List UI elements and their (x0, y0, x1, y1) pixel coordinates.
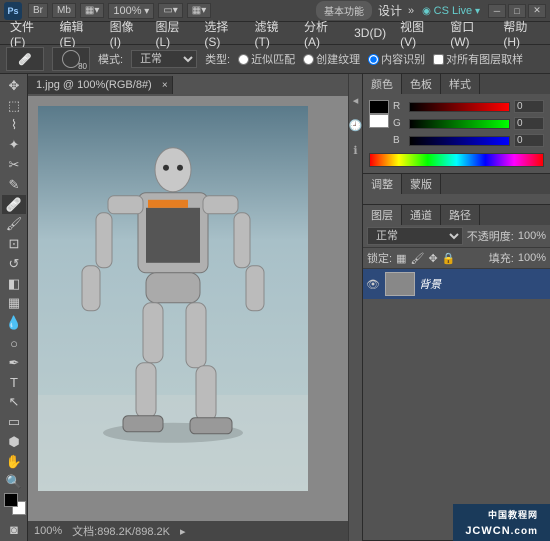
history-brush-tool[interactable]: ↺ (2, 254, 26, 274)
bg-preview[interactable] (369, 114, 389, 128)
eyedropper-tool[interactable]: ✎ (2, 175, 26, 195)
type-tool[interactable]: T (2, 373, 26, 393)
healing-tool[interactable]: 🩹 (2, 195, 26, 215)
sample-all-checkbox[interactable]: 对所有图层取样 (433, 51, 523, 67)
r-slider[interactable] (409, 102, 510, 112)
stamp-tool[interactable]: ⊡ (2, 234, 26, 254)
radio-texture[interactable]: 创建纹理 (303, 51, 360, 67)
color-swatches[interactable] (2, 493, 25, 519)
menu-file[interactable]: 文件(F) (4, 16, 52, 51)
eraser-tool[interactable]: ◧ (2, 274, 26, 294)
hand-tool[interactable]: ✋ (2, 452, 26, 472)
layer-row[interactable]: 👁 背景 (363, 269, 550, 299)
b-label: B (393, 135, 405, 146)
color-tab[interactable]: 颜色 (363, 74, 402, 94)
fill-label: 填充: (489, 250, 514, 266)
marquee-tool[interactable]: ⬚ (2, 96, 26, 116)
toolbox: ✥ ⬚ ⌇ ✦ ✂ ✎ 🩹 🖌 ⊡ ↺ ◧ ▦ 💧 ○ ✒ T ↖ ▭ ⬢ ✋ … (0, 74, 28, 541)
color-spectrum[interactable] (369, 153, 544, 167)
path-tool[interactable]: ↖ (2, 393, 26, 413)
lock-move-icon[interactable]: ✥ (428, 252, 437, 265)
menu-filter[interactable]: 滤镜(T) (249, 16, 297, 51)
watermark: 中国教程网 JCWCN.com (453, 504, 550, 541)
layer-thumbnail[interactable] (385, 272, 415, 296)
channels-tab[interactable]: 通道 (402, 205, 441, 225)
menu-layer[interactable]: 图层(L) (150, 16, 197, 51)
g-slider[interactable] (409, 119, 510, 129)
brush-preset[interactable]: 80 (52, 47, 90, 71)
menu-image[interactable]: 图像(I) (104, 16, 148, 51)
opacity-label: 不透明度: (467, 228, 514, 244)
menu-edit[interactable]: 编辑(E) (54, 16, 102, 51)
g-label: G (393, 118, 405, 129)
collapse-icon[interactable]: ◂ (353, 94, 359, 107)
b-slider[interactable] (409, 136, 510, 146)
r-input[interactable] (514, 100, 544, 113)
fg-preview[interactable] (369, 100, 389, 114)
menu-help[interactable]: 帮助(H) (497, 16, 546, 51)
lock-label: 锁定: (367, 250, 392, 266)
history-icon[interactable]: 🕘 (349, 119, 363, 132)
layer-name[interactable]: 背景 (419, 276, 441, 292)
lock-pixels-icon[interactable]: 🖌 (410, 252, 424, 265)
fill-value[interactable]: 100% (518, 252, 546, 264)
pen-tool[interactable]: ✒ (2, 353, 26, 373)
layer-blend-select[interactable]: 正常 (367, 227, 463, 245)
mode-label: 模式: (98, 51, 123, 67)
styles-tab[interactable]: 样式 (441, 74, 480, 94)
radio-proximity[interactable]: 近似匹配 (238, 51, 295, 67)
brush-tool[interactable]: 🖌 (2, 214, 26, 234)
lock-all-icon[interactable]: 🔒 (442, 252, 456, 265)
lasso-tool[interactable]: ⌇ (2, 116, 26, 136)
opacity-value[interactable]: 100% (518, 230, 546, 242)
visibility-icon[interactable]: 👁 (365, 276, 381, 292)
masks-tab[interactable]: 蒙版 (402, 174, 441, 194)
menu-3d[interactable]: 3D(D) (348, 24, 392, 42)
quickmask-tool[interactable]: ◙ (2, 519, 26, 539)
robot-image (68, 137, 278, 447)
blur-tool[interactable]: 💧 (2, 313, 26, 333)
wand-tool[interactable]: ✦ (2, 135, 26, 155)
swatches-tab[interactable]: 色板 (402, 74, 441, 94)
type-label: 类型: (205, 51, 230, 67)
info-icon[interactable]: ℹ (353, 144, 357, 157)
layers-tab[interactable]: 图层 (363, 205, 402, 225)
adjustments-tab[interactable]: 调整 (363, 174, 402, 194)
zoom-tool[interactable]: 🔍 (2, 472, 26, 492)
lock-trans-icon[interactable]: ▦ (396, 252, 406, 265)
canvas[interactable] (38, 106, 308, 491)
paths-tab[interactable]: 路径 (441, 205, 480, 225)
crop-tool[interactable]: ✂ (2, 155, 26, 175)
status-docsize: 文档:898.2K/898.2K (72, 523, 170, 539)
status-zoom: 100% (34, 525, 62, 537)
menu-analysis[interactable]: 分析(A) (298, 16, 346, 51)
menu-view[interactable]: 视图(V) (394, 16, 442, 51)
g-input[interactable] (514, 117, 544, 130)
menu-bar: 文件(F) 编辑(E) 图像(I) 图层(L) 选择(S) 滤镜(T) 分析(A… (0, 22, 550, 44)
shape-tool[interactable]: ▭ (2, 412, 26, 432)
blend-mode-select[interactable]: 正常 (131, 50, 197, 68)
menu-select[interactable]: 选择(S) (198, 16, 246, 51)
tool-icon-preview[interactable]: 🩹 (6, 47, 44, 71)
b-input[interactable] (514, 134, 544, 147)
gradient-tool[interactable]: ▦ (2, 294, 26, 314)
status-arrow-icon[interactable]: ▸ (180, 525, 186, 538)
foreground-color[interactable] (4, 493, 18, 507)
dodge-tool[interactable]: ○ (2, 333, 26, 353)
tab-close-icon[interactable]: × (162, 80, 168, 91)
radio-content-aware[interactable]: 内容识别 (368, 51, 425, 67)
document-tab[interactable]: 1.jpg @ 100%(RGB/8#) × (28, 76, 173, 94)
r-label: R (393, 101, 405, 112)
3d-tool[interactable]: ⬢ (2, 432, 26, 452)
menu-window[interactable]: 窗口(W) (444, 16, 495, 51)
move-tool[interactable]: ✥ (2, 76, 26, 96)
